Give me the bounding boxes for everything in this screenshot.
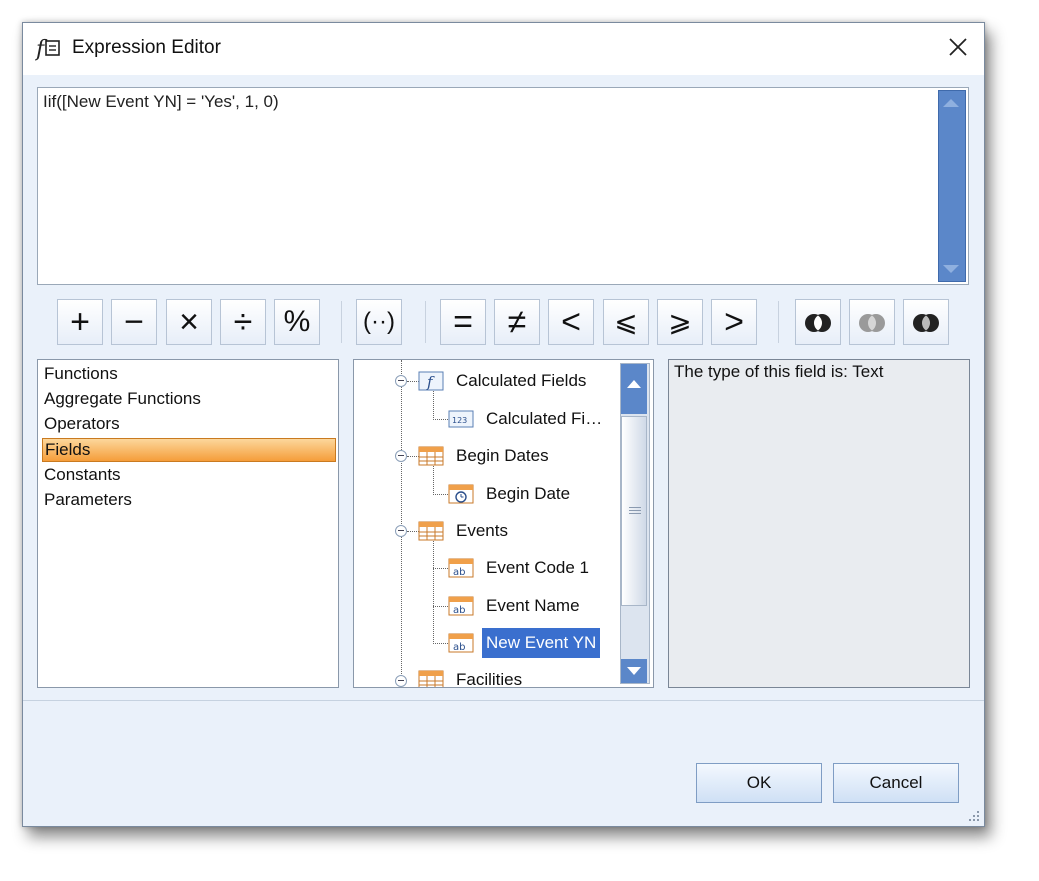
toolbar-separator [341,301,342,343]
scroll-down-button[interactable] [621,659,647,683]
category-item-operators[interactable]: Operators [42,413,336,437]
tree-node-label: Calculated Fi… [486,409,603,428]
tree-node-label: Events [456,521,508,540]
modulo-button[interactable]: % [274,299,320,345]
svg-text:ab: ab [453,567,465,578]
close-icon[interactable] [944,33,972,61]
table-icon [418,446,444,466]
scroll-down-arrow[interactable] [943,265,959,273]
expander-begin-dates[interactable] [395,450,407,462]
tree-connector [433,538,434,644]
category-item-constants[interactable]: Constants [42,464,336,488]
function-icon: f [418,371,444,391]
field-tree: f Calculated Fields 123 Calculated Fi… B… [353,359,654,688]
table-icon [418,521,444,541]
resize-grip-icon[interactable] [968,810,980,822]
less-or-equal-button[interactable]: ⩽ [603,299,649,345]
toolbar-separator [778,301,779,343]
scroll-up-arrow[interactable] [943,99,959,107]
category-list: Functions Aggregate Functions Operators … [37,359,339,688]
logical-and-icon [805,314,831,332]
table-icon [418,670,444,687]
logical-or-icon [859,314,885,332]
text-field-icon: ab [448,596,474,616]
svg-text:ab: ab [453,605,465,616]
toolbar-separator [425,301,426,343]
category-item-functions[interactable]: Functions [42,363,336,387]
less-than-button[interactable]: < [548,299,594,345]
tree-node-label: Calculated Fields [456,371,587,390]
scroll-up-button[interactable] [621,364,647,414]
tree-node-label: New Event YN [482,628,601,658]
expression-input[interactable]: Iif([New Event YN] = 'Yes', 1, 0) [37,87,969,285]
tree-node-label: Event Name [486,596,580,615]
category-item-fields[interactable]: Fields [42,438,336,462]
tree-node-label: Facilities [456,670,523,688]
expression-editor-dialog: f Expression Editor Iif([New Event YN] =… [22,22,985,827]
tree-connector [433,643,448,644]
tree-node-label: Event Code 1 [486,558,590,577]
tree-connector [401,360,402,680]
expression-text[interactable]: Iif([New Event YN] = 'Yes', 1, 0) [43,92,279,112]
date-field-icon [448,484,474,504]
equal-button[interactable]: = [440,299,486,345]
text-field-icon: ab [448,633,474,653]
cancel-button[interactable]: Cancel [833,763,959,803]
tree-scrollbar[interactable] [620,363,650,684]
group-button[interactable]: (··) [356,299,402,345]
tree-node-label: Begin Date [486,484,571,503]
number-field-icon: 123 [448,410,474,428]
greater-than-button[interactable]: > [711,299,757,345]
logical-not-icon [913,314,939,332]
expander-facilities[interactable] [395,675,407,687]
plus-button[interactable]: + [57,299,103,345]
minus-button[interactable]: − [111,299,157,345]
tree-connector [433,388,434,420]
greater-or-equal-button[interactable]: ⩾ [657,299,703,345]
expander-calculated-fields[interactable] [395,375,407,387]
title-bar: f Expression Editor [23,23,984,75]
ok-button[interactable]: OK [696,763,822,803]
logical-not-button[interactable] [903,299,949,345]
expression-scrollbar[interactable] [938,90,966,282]
not-equal-button[interactable]: ≠ [494,299,540,345]
divider [23,700,984,701]
tree-connector [433,568,448,569]
scroll-thumb[interactable] [621,416,647,606]
logical-and-button[interactable] [795,299,841,345]
expression-editor-icon: f [35,37,60,61]
category-item-aggregate-functions[interactable]: Aggregate Functions [42,388,336,412]
tree-connector [433,419,448,420]
svg-text:ab: ab [453,642,465,653]
description-panel: The type of this field is: Text [668,359,970,688]
tree-connector [433,463,434,495]
expander-events[interactable] [395,525,407,537]
window-title: Expression Editor [72,37,221,58]
tree-connector [433,606,448,607]
logical-or-button[interactable] [849,299,895,345]
tree-node-label: Begin Dates [456,446,549,465]
operator-toolbar: + − × ÷ % (··) = ≠ < ⩽ ⩾ > [23,293,984,349]
category-item-parameters[interactable]: Parameters [42,489,336,513]
description-text: The type of this field is: Text [674,362,884,381]
multiply-button[interactable]: × [166,299,212,345]
text-field-icon: ab [448,558,474,578]
tree-connector [433,494,448,495]
divide-button[interactable]: ÷ [220,299,266,345]
svg-text:123: 123 [452,416,467,425]
